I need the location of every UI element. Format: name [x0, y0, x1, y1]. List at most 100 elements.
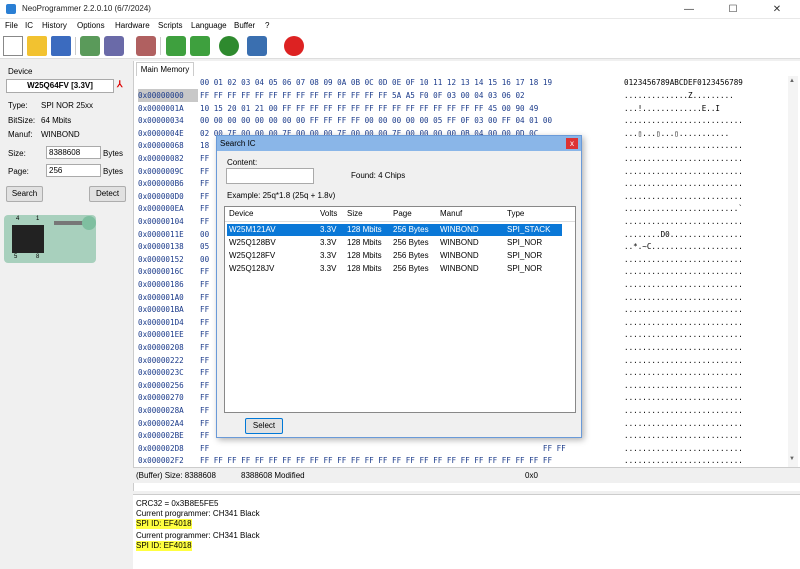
hex-address: 0x000001EE [138, 330, 184, 340]
hex-row[interactable]: 0x000002F2 FF FF FF FF FF FF FF FF FF FF … [136, 454, 786, 467]
column-header[interactable]: Type [507, 209, 524, 218]
hex-ascii[interactable]: ........D0................ [624, 228, 743, 241]
hex-ascii[interactable]: .......................... [624, 379, 743, 392]
hex-bytes[interactable]: FF FF FF FF FF FF FF FF FF FF FF FF FF F… [200, 89, 525, 102]
column-header[interactable]: Volts [320, 209, 337, 218]
pdf-icon[interactable]: ⅄ [117, 79, 129, 92]
auto-icon[interactable] [219, 36, 239, 56]
hex-row[interactable]: 0x00000034 00 00 00 00 00 00 00 00 FF FF … [136, 114, 786, 127]
hex-row[interactable]: 0x00000000 FF FF FF FF FF FF FF FF FF FF … [136, 89, 786, 102]
hex-ascii[interactable]: .......................... [624, 366, 743, 379]
search-button[interactable]: Search [6, 186, 43, 202]
page-label: Page: [8, 167, 29, 176]
hex-bytes[interactable]: 18 [200, 139, 209, 152]
menu-scripts[interactable]: Scripts [158, 21, 182, 30]
menu-buffer[interactable]: Buffer [234, 21, 255, 30]
hex-ascii[interactable]: .......................... [624, 139, 743, 152]
select-button[interactable]: Select [245, 418, 283, 434]
hex-row[interactable]: 0x000002D8 FF FF FF......................… [136, 442, 786, 455]
menu-ic[interactable]: IC [25, 21, 33, 30]
hex-ascii[interactable]: .......................... [624, 265, 743, 278]
tab-main-memory[interactable]: Main Memory [136, 62, 194, 76]
menu-help[interactable]: ? [265, 21, 269, 30]
hex-ascii[interactable]: ...!.............E..I [624, 102, 720, 115]
chip-result-cell: 256 Bytes [393, 225, 429, 234]
chip-result-row[interactable]: W25Q128JV 3.3V 128 Mbits 256 Bytes WINBOND SP… [227, 263, 562, 275]
hex-ascii[interactable]: .......................... [624, 278, 743, 291]
hex-ascii[interactable]: .......................... [624, 354, 743, 367]
toolbar-separator [75, 37, 76, 55]
chip-result-row[interactable]: W25Q128FV 3.3V 128 Mbits 256 Bytes WINBOND SP… [227, 250, 562, 262]
log-panel[interactable]: CRC32 = 0x3B8E5FE5 Current programmer: C… [133, 494, 800, 569]
column-header[interactable]: Page [393, 209, 412, 218]
chip-result-cell: SPI_NOR [507, 238, 543, 247]
menu-hardware[interactable]: Hardware [115, 21, 150, 30]
menu-bar: File IC History Options Hardware Scripts… [0, 19, 800, 33]
hex-ascii[interactable]: .......................... [624, 190, 743, 203]
hex-ascii[interactable]: .......................... [624, 177, 743, 190]
hex-scrollbar[interactable]: ▲ ▼ [788, 76, 798, 467]
column-header[interactable]: Size [347, 209, 363, 218]
hex-ascii[interactable]: .......................... [624, 253, 743, 266]
hex-ascii[interactable]: .......................... [624, 429, 743, 442]
chip-dropdown-icon[interactable] [104, 36, 124, 56]
menu-history[interactable]: History [42, 21, 67, 30]
hex-ascii[interactable]: .......................... [624, 404, 743, 417]
hex-ascii[interactable]: .......................... [624, 328, 743, 341]
hex-ascii[interactable]: .......................... [624, 114, 743, 127]
menu-file[interactable]: File [5, 21, 18, 30]
hex-ascii[interactable]: .......................... [624, 152, 743, 165]
lock-icon[interactable] [247, 36, 267, 56]
chip-result-cell: 128 Mbits [347, 251, 382, 260]
hex-ascii[interactable]: .......................... [624, 417, 743, 430]
dialog-close-button[interactable]: x [566, 138, 578, 149]
open-folder-icon[interactable] [27, 36, 47, 56]
hex-bytes[interactable]: 00 00 00 00 00 00 00 00 FF FF FF FF 00 0… [200, 114, 552, 127]
hex-ascii[interactable]: .......................... [624, 165, 743, 178]
menu-language[interactable]: Language [191, 21, 227, 30]
column-header[interactable]: Manuf [440, 209, 462, 218]
chip-result-row[interactable]: W25Q128BV 3.3V 128 Mbits 256 Bytes WINBOND SP… [227, 237, 562, 249]
content-input[interactable] [226, 168, 314, 184]
hex-ascii[interactable]: .......................... [624, 391, 743, 404]
hex-address: 0x00000256 [138, 380, 184, 390]
save-disk-icon[interactable] [51, 36, 71, 56]
hex-ascii[interactable]: .......................... [624, 215, 743, 228]
hex-row[interactable]: 0x0000001A 10 15 20 01 21 00 FF FF FF FF … [136, 102, 786, 115]
column-header[interactable]: Device [229, 209, 253, 218]
device-tab[interactable]: Device [8, 67, 32, 76]
chip-results-grid[interactable]: Device Volts Size Page Manuf Type W25M12… [224, 206, 576, 413]
hex-bytes[interactable]: FF FF FF FF FF FF FF FF FF FF FF FF FF F… [200, 454, 552, 467]
hex-ascii[interactable]: .........................` [624, 202, 743, 215]
erase-chip-icon[interactable] [136, 36, 156, 56]
read-chip-icon[interactable] [80, 36, 100, 56]
stop-icon[interactable] [284, 36, 304, 56]
maximize-button[interactable]: ☐ [711, 0, 755, 19]
hex-ascii[interactable]: .......................... [624, 303, 743, 316]
hex-bytes[interactable]: 10 15 20 01 21 00 FF FF FF FF FF FF FF F… [200, 102, 538, 115]
scroll-down-icon[interactable]: ▼ [789, 456, 797, 464]
hex-ascii[interactable]: .......................... [624, 442, 743, 455]
detect-button[interactable]: Detect [89, 186, 126, 202]
ascii-header: 0123456789ABCDEF0123456789 [624, 78, 743, 87]
close-button[interactable]: ✕ [755, 0, 799, 19]
menu-options[interactable]: Options [77, 21, 105, 30]
write-chip-icon[interactable] [166, 36, 186, 56]
hex-address: 0x0000023C [138, 368, 184, 378]
hex-ascii[interactable]: ..............Z......... [624, 89, 734, 102]
hex-ascii[interactable]: .......................... [624, 291, 743, 304]
hex-address: 0x000000D0 [138, 191, 184, 201]
page-field[interactable]: 256 [46, 164, 101, 177]
verify-chip-icon[interactable] [190, 36, 210, 56]
scroll-up-icon[interactable]: ▲ [789, 78, 797, 86]
hex-ascii[interactable]: ...▯...▯...▯........... [624, 127, 729, 140]
chip-result-row[interactable]: W25M121AV 3.3V 128 Mbits 256 Bytes WINBOND SP… [227, 224, 562, 236]
size-field[interactable]: 8388608 [46, 146, 101, 159]
minimize-button[interactable]: — [667, 0, 711, 19]
hex-ascii[interactable]: ..*.~C.................... [624, 240, 743, 253]
hex-bytes[interactable]: FF FF FF [200, 442, 566, 455]
hex-ascii[interactable]: .......................... [624, 341, 743, 354]
hex-ascii[interactable]: .......................... [624, 316, 743, 329]
hex-ascii[interactable]: .......................... [624, 454, 743, 467]
new-file-icon[interactable] [3, 36, 23, 56]
